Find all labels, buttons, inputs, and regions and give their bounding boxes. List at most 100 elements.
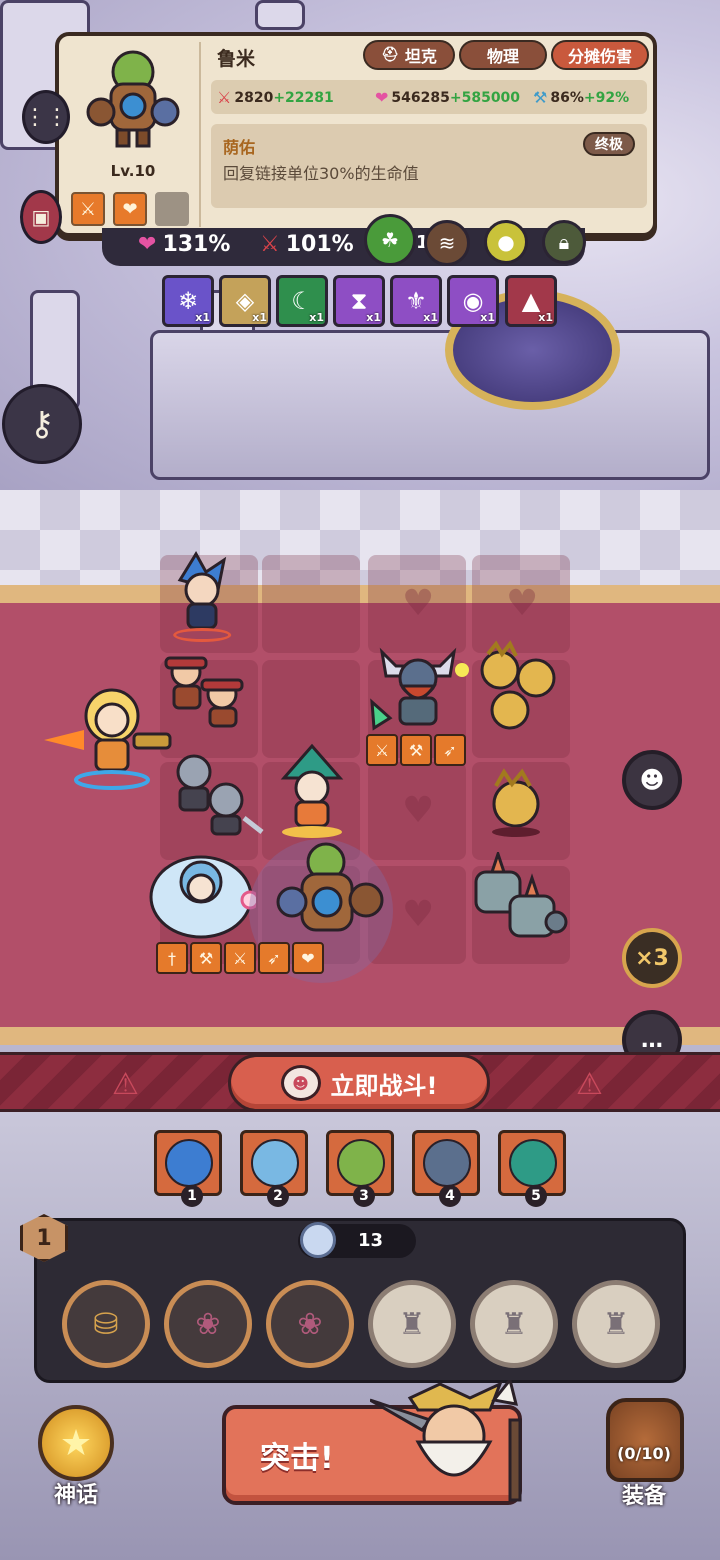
myth-label: 神话 xyxy=(53,1483,98,1508)
resource-slot-coins[interactable]: ⛁ xyxy=(62,1280,150,1368)
dagger-icon[interactable]: † xyxy=(156,942,188,974)
speed-label: ×3 xyxy=(635,945,669,971)
heart-potion-icon[interactable]: ❤ xyxy=(292,942,324,974)
relic-hourglass[interactable]: ⧗ x1 xyxy=(333,275,385,327)
equipment-label: 装备 xyxy=(621,1484,666,1509)
equipment-button[interactable]: (0/10) 装备 xyxy=(598,1398,690,1509)
treant-avatar xyxy=(337,1139,385,1187)
warning-icon: ⚠ xyxy=(112,1067,139,1102)
pickaxe-icon[interactable]: ⚒ xyxy=(400,734,432,766)
relic-count: x1 xyxy=(423,311,438,324)
lock-icon: 🔒︎ xyxy=(558,230,570,254)
team-slot-4[interactable]: 4 xyxy=(412,1130,480,1207)
relic-wizard-hat[interactable]: ▲ x1 xyxy=(505,275,557,327)
crit-axe-icon: ⚒ xyxy=(533,88,548,107)
team-slot-2[interactable]: 2 xyxy=(240,1130,308,1207)
team-slot-number: 2 xyxy=(267,1185,289,1207)
key-button[interactable]: ⚷ xyxy=(2,384,82,464)
enemy-spiky-duck[interactable] xyxy=(476,766,554,840)
resource-slot-cards[interactable]: ❀ xyxy=(164,1280,252,1368)
relic-crate[interactable]: ◈ x1 xyxy=(219,275,271,327)
ally-fox-witch[interactable] xyxy=(270,742,352,838)
tag-physical-label: 物理 xyxy=(486,47,519,66)
gold-orb-button[interactable]: ● xyxy=(484,220,528,264)
fight-now-label: 立即战斗! xyxy=(330,1071,438,1100)
enemy-viking-chief[interactable] xyxy=(366,632,470,736)
myth-button[interactable]: ★ 神话 xyxy=(30,1405,122,1508)
gem-icon xyxy=(300,1222,336,1258)
relic-moon[interactable]: ☾ x1 xyxy=(276,275,328,327)
relic-count: x1 xyxy=(309,311,324,324)
coin-stack-icon: ⛁ xyxy=(93,1306,119,1342)
ice-mage-sprite xyxy=(149,855,256,939)
equip-slot-heart-icon[interactable]: ❤ xyxy=(113,192,147,226)
relic-chest[interactable]: ⚜ x1 xyxy=(390,275,442,327)
resource-slot-locked[interactable]: ♜ xyxy=(572,1280,660,1368)
relic-count: x1 xyxy=(480,311,495,324)
equip-slot-empty[interactable] xyxy=(155,192,189,226)
relic-orb[interactable]: ◉ x1 xyxy=(447,275,499,327)
team-slot-number: 1 xyxy=(181,1185,203,1207)
relic-coral[interactable]: ❄ x1 xyxy=(162,275,214,327)
leaf-orb-button[interactable]: ☘ xyxy=(364,214,416,266)
crit-base: 86% xyxy=(550,89,584,106)
attack-stat: ⚔ 2820 +22281 xyxy=(217,88,334,107)
attack-bonus: +22281 xyxy=(273,89,334,106)
hp-stat: ❤ 546285 +585000 xyxy=(375,88,520,107)
team-slot-5[interactable]: 5 xyxy=(498,1130,566,1207)
enemy-robot-squad[interactable] xyxy=(470,852,570,948)
chat-bubble-icon: … xyxy=(641,1027,663,1053)
sword-icon[interactable]: ⚔ xyxy=(366,734,398,766)
sword-icon: ⚔ xyxy=(217,88,232,107)
equipment-count: (0/10) xyxy=(617,1444,671,1463)
hero-stats-row: ⚔ 2820 +22281 ❤ 546285 +585000 ⚒ 86% +92… xyxy=(211,80,647,114)
hero-portrait-panel: Lv.10 ⚔ ❤ xyxy=(65,42,201,227)
viking-equipment: ⚔ ⚒ ➶ xyxy=(366,734,466,766)
equip-slot-sword-icon[interactable]: ⚔ xyxy=(71,192,105,226)
sword-icon: ⚔ xyxy=(260,232,280,257)
resource-slot-locked[interactable]: ♜ xyxy=(470,1280,558,1368)
book-icon: ▣ xyxy=(31,205,51,229)
ally-knight-squad[interactable] xyxy=(164,748,264,840)
hp-base: 546285 xyxy=(391,89,450,106)
tag-share-damage: 分摊伤害 xyxy=(551,40,649,70)
team-slot-number: 5 xyxy=(525,1185,547,1207)
treant-linked-equipment: † ⚒ ⚔ ➶ ❤ xyxy=(156,942,324,974)
ally-blue-rogue[interactable] xyxy=(166,550,238,642)
relic-count: x1 xyxy=(252,311,267,324)
resource-slot-cards[interactable]: ❀ xyxy=(266,1280,354,1368)
resource-slot-locked[interactable]: ♜ xyxy=(368,1280,456,1368)
spiky-duck-squad-sprite xyxy=(480,640,556,730)
scroll-orb-button[interactable]: ≋ xyxy=(424,220,470,266)
helmet-icon: ⛑ xyxy=(381,47,399,63)
enemy-info-button[interactable]: ☻ xyxy=(622,750,682,810)
key-icon: ⚷ xyxy=(29,404,55,444)
axe-icon[interactable]: ⚔ xyxy=(224,942,256,974)
pickaxe-icon[interactable]: ⚒ xyxy=(190,942,222,974)
ally-ice-mage[interactable] xyxy=(146,842,256,942)
relic-count: x1 xyxy=(195,311,210,324)
locked-unit-icon: ♜ xyxy=(398,1306,426,1342)
castle-ledge xyxy=(255,0,305,30)
team-slot-3[interactable]: 3 xyxy=(326,1130,394,1207)
skill-book-button[interactable]: ▣ xyxy=(20,190,62,244)
speed-button[interactable]: ×3 xyxy=(622,928,682,988)
backpack-icon xyxy=(606,1398,684,1482)
fight-now-button[interactable]: ☻ 立即战斗! xyxy=(228,1054,490,1112)
team-slot-1[interactable]: 1 xyxy=(154,1130,222,1207)
enemy-spiky-duck-squad[interactable] xyxy=(466,640,564,740)
crossbow-icon[interactable]: ➶ xyxy=(258,942,290,974)
crit-bonus: +92% xyxy=(583,89,630,106)
tag-share-damage-label: 分摊伤害 xyxy=(567,47,632,66)
locked-orb-button[interactable]: 🔒︎ xyxy=(542,220,586,264)
hp-buff: ❤ 131% xyxy=(138,232,230,257)
card-icon: ❀ xyxy=(195,1306,221,1342)
card-icon: ❀ xyxy=(297,1306,323,1342)
grid-cell[interactable] xyxy=(262,555,360,653)
ally-blonde-hammer[interactable] xyxy=(44,680,174,790)
hourglass-icon: ⧗ xyxy=(350,287,368,315)
menu-grid-button[interactable]: ⋮⋮ xyxy=(22,90,70,144)
crossbow-icon[interactable]: ➶ xyxy=(434,734,466,766)
ally-ring xyxy=(173,628,231,642)
grid-cell[interactable] xyxy=(472,555,570,653)
